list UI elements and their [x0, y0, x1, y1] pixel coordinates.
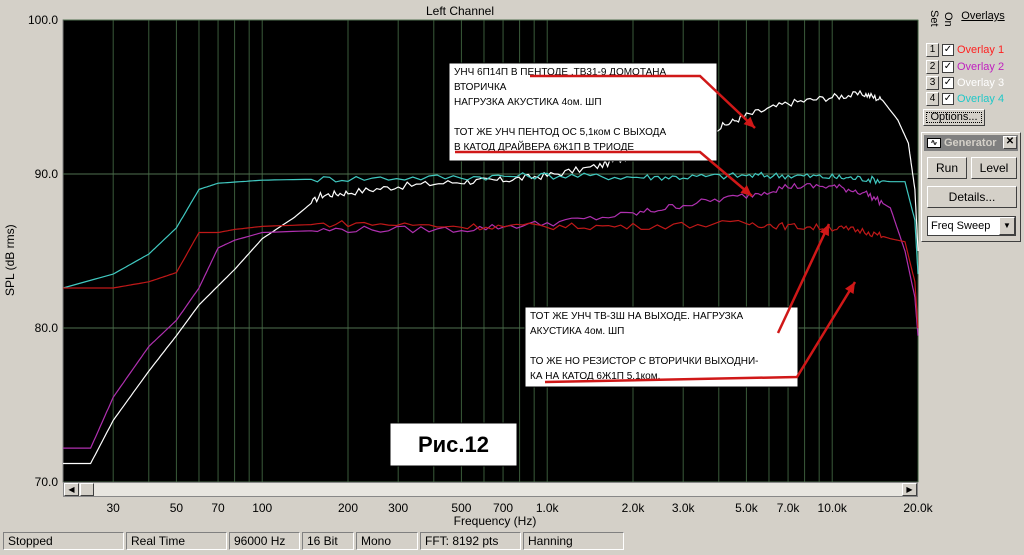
scroll-thumb[interactable] [80, 483, 94, 496]
overlay-row-4: 4 ✓ Overlay 4 [926, 92, 1022, 107]
status-mode: Real Time [126, 532, 227, 550]
status-bit-depth: 16 Bit [302, 532, 354, 550]
y-tick-label: 90.0 [35, 167, 59, 181]
generator-title: Generator [944, 137, 997, 149]
vertical-gridlines [112, 20, 919, 482]
x-tick-label: 2.0k [622, 501, 646, 515]
arrow-head-icon [845, 282, 855, 294]
options-button[interactable]: Options... [923, 109, 985, 126]
spectrum-plot: 30 50 70 100 200 300 500 700 1.0k 2.0k 3.0k 5.0k 7.0… [28, 13, 934, 515]
annotation-background [524, 306, 799, 388]
scroll-left-arrow-icon[interactable]: ◀ [64, 483, 79, 496]
x-tick-label: 7.0k [777, 501, 801, 515]
annotation-box-2: ТОТ ЖЕ УНЧ ТВ-3Ш НА ВЫХОДЕ. НАГРУЗКА АКУС… [524, 306, 799, 388]
overlay-set-button-4[interactable]: 4 [926, 92, 939, 106]
annotation-text: Рис.12 [418, 432, 489, 457]
sweep-mode-value: Freq Sweep [931, 220, 991, 232]
arrow-head-icon [819, 224, 829, 237]
close-icon[interactable]: ✕ [1003, 136, 1017, 149]
series-line-3 [63, 182, 919, 449]
y-tick-label: 70.0 [35, 475, 59, 489]
x-axis-label: Frequency (Hz) [453, 514, 537, 528]
overlays-set-label: Set [928, 10, 940, 27]
annotation-background [389, 422, 518, 467]
x-tick-label: 700 [493, 501, 513, 515]
overlay-name-4: Overlay 4 [957, 93, 1005, 105]
x-tick-label: 5.0k [735, 501, 759, 515]
annotation-text: АКУСТИКА 4ом. ШП [530, 326, 624, 337]
annotation-text: ВТОРИЧКА [454, 82, 507, 93]
x-tick-label: 50 [170, 501, 184, 515]
overlay-set-button-2[interactable]: 2 [926, 60, 939, 74]
status-fft-size: FFT: 8192 pts [420, 532, 521, 550]
overlay-set-button-1[interactable]: 1 [926, 43, 939, 57]
arrow-head-icon [740, 185, 752, 196]
status-sample-rate: 96000 Hz [229, 532, 300, 550]
overlay-checkbox-2[interactable]: ✓ [942, 61, 954, 73]
status-channels: Mono [356, 532, 418, 550]
x-tick-label: 3.0k [672, 501, 696, 515]
details-button[interactable]: Details... [927, 186, 1017, 208]
overlay-checkbox-1[interactable]: ✓ [942, 44, 954, 56]
overlay-name-3: Overlay 3 [957, 77, 1005, 89]
annotation-box-1: УНЧ 6П14П В ПЕНТОДЕ ,ТВ31-9 ДОМОТАНА ВТОР… [448, 62, 718, 162]
overlay-row-3: 3 ✓ Overlay 3 [926, 76, 1022, 91]
x-tick-label: 70 [211, 501, 225, 515]
arrow-line [530, 74, 756, 129]
overlay-set-button-3[interactable]: 3 [926, 76, 939, 90]
overlays-title: Overlays [961, 10, 1005, 22]
series-line-4 [63, 219, 919, 329]
status-bar: Stopped Real Time 96000 Hz 16 Bit Mono F… [0, 532, 1024, 550]
annotation-background [448, 62, 718, 162]
overlay-row-1: 1 ✓ Overlay 1 [926, 43, 1022, 58]
sweep-mode-select[interactable]: Freq Sweep ▼ [927, 216, 1016, 236]
arrow-line [544, 281, 857, 384]
chart-title: Left Channel [425, 4, 495, 18]
run-button[interactable]: Run [927, 157, 967, 179]
y-axis-label: SPL (dB rms) [3, 224, 17, 296]
x-tick-label: 300 [388, 501, 408, 515]
chevron-down-icon[interactable]: ▼ [999, 217, 1015, 235]
arrow-line [455, 150, 753, 197]
horizontal-scrollbar[interactable]: ◀ ▶ [63, 482, 918, 497]
x-tick-label: 200 [338, 501, 358, 515]
overlay-checkbox-4[interactable]: ✓ [942, 93, 954, 105]
status-state: Stopped [3, 532, 124, 550]
annotation-text: ТОТ ЖЕ УНЧ ТВ-3Ш НА ВЫХОДЕ. НАГРУЗКА [530, 311, 743, 322]
annotation-text: УНЧ 6П14П В ПЕНТОДЕ ,ТВ31-9 ДОМОТАНА [454, 67, 666, 78]
annotation-text: НАГРУЗКА АКУСТИКА 4ом. ШП [454, 97, 602, 108]
overlay-name-1: Overlay 1 [957, 44, 1005, 56]
series-line-1 [63, 89, 919, 465]
annotation-text: ТО ЖЕ НО РЕЗИСТОР С ВТОРИЧКИ ВЫХОДНИ- [530, 356, 758, 367]
scroll-right-arrow-icon[interactable]: ▶ [902, 483, 917, 496]
status-window: Hanning [523, 532, 624, 550]
annotation-text: КА НА КАТОД 6Ж1П 5.1ком. [530, 371, 660, 382]
x-tick-label: 500 [451, 501, 471, 515]
arrow-line [776, 223, 831, 334]
x-tick-label: 20.0k [903, 501, 933, 515]
overlay-name-2: Overlay 2 [957, 61, 1005, 73]
generator-titlebar[interactable]: ∿ Generator ✕ [924, 135, 1018, 151]
y-tick-label: 80.0 [35, 321, 59, 335]
annotation-box-3: Рис.12 [389, 422, 518, 467]
waveform-icon: ∿ [927, 138, 941, 148]
annotation-text: В КАТОД ДРАЙВЕРА 6Ж1П В ТРИОДЕ [454, 140, 634, 153]
level-button[interactable]: Level [971, 157, 1017, 179]
generator-panel: ∿ Generator ✕ Run Level Details... Freq … [921, 132, 1021, 242]
horizontal-gridlines [63, 19, 918, 483]
overlay-checkbox-3[interactable]: ✓ [942, 77, 954, 89]
series-line-2 [62, 171, 919, 289]
arrow-head-icon [743, 116, 755, 128]
annotation-arrows [455, 74, 857, 384]
plot-area [62, 19, 919, 483]
x-tick-label: 100 [252, 501, 272, 515]
annotation-text: ТОТ ЖЕ УНЧ ПЕНТОД ОС 5,1ком С ВЫХОДА [454, 127, 666, 138]
x-tick-label: 1.0k [536, 501, 560, 515]
x-tick-label: 10.0k [818, 501, 848, 515]
overlay-row-2: 2 ✓ Overlay 2 [926, 60, 1022, 75]
analyzer-window: Left Channel SPL (dB rms) Frequency (Hz)… [0, 0, 1024, 555]
x-tick-label: 30 [107, 501, 121, 515]
